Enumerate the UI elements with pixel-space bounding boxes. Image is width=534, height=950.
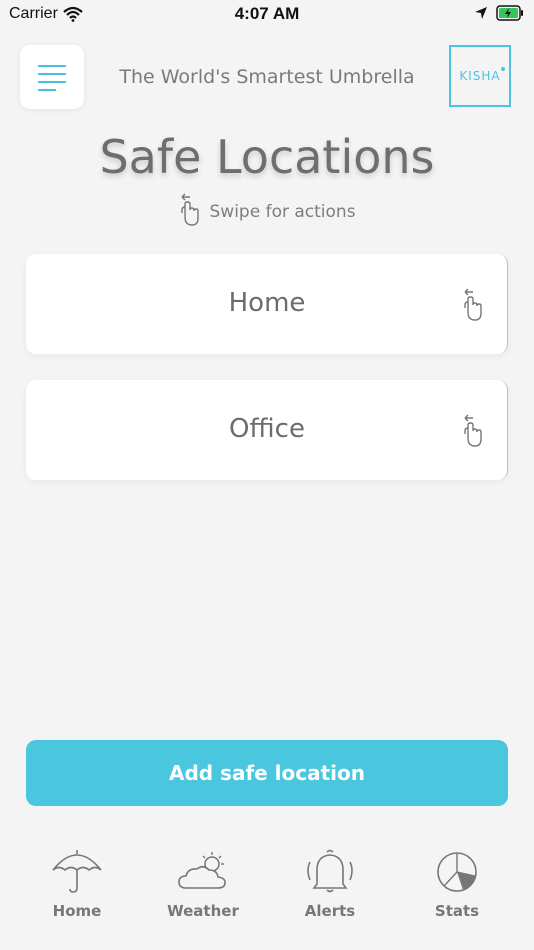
tab-stats[interactable]: Stats	[397, 840, 517, 940]
location-card-office[interactable]: Office	[26, 380, 508, 480]
tab-bar: Home Weather Alerts Stats	[0, 840, 534, 950]
menu-icon	[38, 65, 66, 67]
add-safe-location-button[interactable]: Add safe location	[26, 740, 508, 806]
menu-icon	[38, 89, 56, 91]
location-arrow-icon	[474, 6, 488, 25]
page-title: Safe Locations	[99, 130, 435, 184]
clock: 4:07 AM	[234, 4, 300, 23]
battery-icon	[496, 5, 524, 26]
swipe-hand-icon	[461, 288, 483, 326]
weather-icon	[178, 852, 226, 889]
tab-home[interactable]: Home	[17, 840, 137, 940]
logo-text: KISHA	[459, 69, 501, 83]
tab-label: Stats	[434, 902, 480, 920]
swipe-hint-text: Swipe for actions	[209, 202, 356, 222]
menu-button[interactable]	[20, 45, 84, 109]
swipe-hand-icon	[178, 193, 200, 231]
bell-icon	[307, 849, 353, 893]
menu-icon	[38, 81, 66, 83]
tab-weather[interactable]: Weather	[143, 840, 263, 940]
logo-dot	[501, 67, 505, 71]
kisha-logo: KISHA	[449, 45, 511, 107]
location-name: Home	[228, 288, 306, 318]
umbrella-icon	[52, 850, 102, 893]
location-name: Office	[229, 414, 305, 444]
tab-alerts[interactable]: Alerts	[270, 840, 390, 940]
swipe-hand-icon	[461, 414, 483, 452]
tab-label: Home	[52, 902, 102, 920]
swipe-hint: Swipe for actions	[0, 193, 534, 231]
location-card-home[interactable]: Home	[26, 254, 508, 354]
tab-label: Weather	[167, 902, 239, 920]
pie-chart-icon	[437, 852, 477, 892]
status-bar: Carrier 4:07 AM	[0, 0, 534, 28]
tab-label: Alerts	[304, 902, 356, 920]
header-tagline: The World's Smartest Umbrella	[119, 66, 415, 88]
menu-icon	[38, 73, 66, 75]
